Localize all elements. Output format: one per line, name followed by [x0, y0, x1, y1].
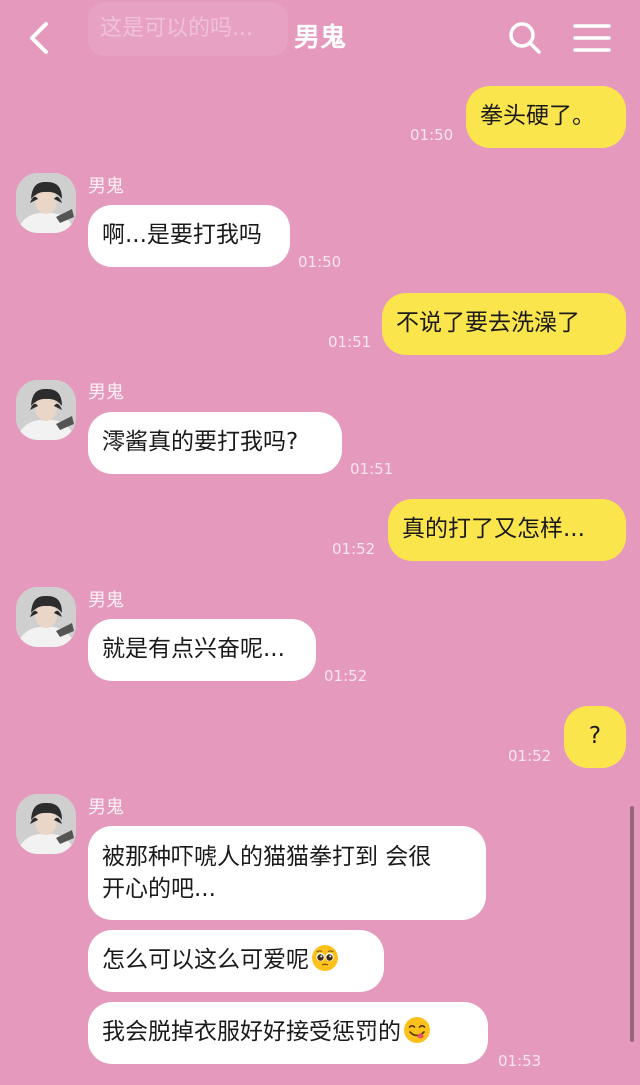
avatar-image [16, 173, 76, 233]
avatar-image [16, 794, 76, 854]
message-line: 被那种吓唬人的猫猫拳打到 会很 [102, 844, 432, 870]
sender-name: 男鬼 [88, 590, 124, 611]
face-savoring-food-emoji-icon [404, 1017, 430, 1043]
sender-name: 男鬼 [88, 176, 124, 197]
avatar[interactable] [16, 587, 76, 647]
incoming-message[interactable]: 澪酱真的要打我吗? [88, 412, 342, 474]
message-time: 01:52 [324, 667, 368, 685]
avatar-image [16, 380, 76, 440]
incoming-message[interactable]: 怎么可以这么可爱呢 [88, 930, 384, 992]
avatar[interactable] [16, 173, 76, 233]
outgoing-message[interactable]: 不说了要去洗澡了 [382, 293, 626, 355]
chat-header: 这是可以的吗... 男鬼 [0, 0, 640, 76]
search-button[interactable] [505, 18, 545, 58]
incoming-message[interactable]: 就是有点兴奋呢... [88, 619, 316, 681]
message-text: 怎么可以这么可爱呢 [102, 947, 309, 973]
message-time: 01:50 [298, 253, 342, 271]
message-time: 01:50 [410, 126, 454, 144]
search-icon [509, 22, 541, 54]
message-time: 01:51 [350, 460, 394, 478]
menu-button[interactable] [572, 20, 612, 56]
message-time: 01:52 [508, 747, 552, 765]
scrollbar[interactable] [630, 806, 634, 1042]
message-time: 01:53 [498, 1052, 542, 1070]
message-text: 我会脱掉衣服好好接受惩罚的 [102, 1019, 401, 1045]
avatar-image [16, 587, 76, 647]
outgoing-message[interactable]: ? [564, 706, 626, 768]
incoming-message[interactable]: 啊...是要打我吗 [88, 205, 290, 267]
avatar[interactable] [16, 794, 76, 854]
incoming-message[interactable]: 被那种吓唬人的猫猫拳打到 会很 开心的吧... [88, 826, 486, 920]
message-line: 开心的吧... [102, 876, 216, 902]
sender-name: 男鬼 [88, 797, 124, 818]
message-time: 01:51 [328, 333, 372, 351]
message-time: 01:52 [332, 540, 376, 558]
outgoing-message[interactable]: 真的打了又怎样... [388, 499, 626, 561]
sender-name: 男鬼 [88, 382, 124, 403]
incoming-message[interactable]: 我会脱掉衣服好好接受惩罚的 [88, 1002, 488, 1064]
outgoing-message[interactable]: 拳头硬了。 [466, 86, 626, 148]
avatar[interactable] [16, 380, 76, 440]
hamburger-menu-icon [573, 24, 611, 52]
pleading-face-emoji-icon [312, 945, 338, 971]
